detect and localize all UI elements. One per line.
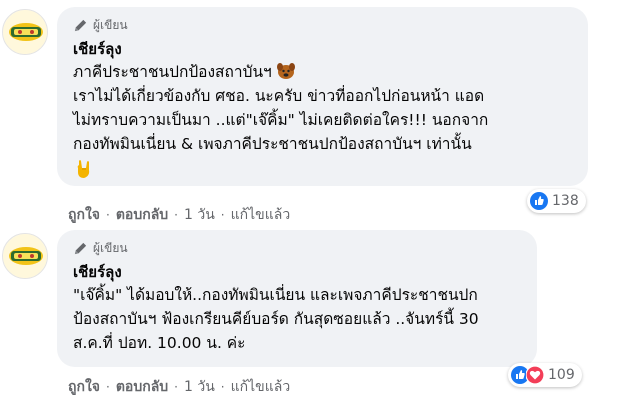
separator-dot: · [220, 208, 225, 222]
separator-dot: · [106, 380, 110, 394]
separator-dot: · [220, 380, 225, 394]
comment-line: ภาคีประชาชนปกป้องสถาบันฯ [73, 60, 574, 84]
like-button[interactable]: ถูกใจ [68, 376, 100, 398]
author-badge: ผู้เขียน [73, 239, 523, 257]
like-reaction-icon [530, 192, 548, 210]
comment-line: ส.ค.ที่ ปอท. 10.00 น. ค่ะ [73, 334, 246, 352]
edited-label: แก้ไขแล้ว [230, 379, 291, 395]
reaction-count: 109 [548, 367, 575, 383]
author-name[interactable]: เชียร์ลุง [73, 39, 574, 59]
rock-hand-emoji-icon [73, 158, 97, 180]
pencil-icon [73, 18, 88, 33]
reply-button[interactable]: ตอบกลับ [116, 204, 168, 226]
comment-text: "เจ๊คิ้ม" ได้มอบให้..กองทัพมินเนี่ยน และ… [73, 283, 523, 355]
comment-line: ไม่ทราบความเป็นมา ..แต่"เจ๊คิ้ม" ไม่เคยต… [73, 111, 489, 129]
author-badge: ผู้เขียน [73, 16, 574, 34]
comment-actions: ถูกใจ · ตอบกลับ · 1 วัน · แก้ไขแล้ว [68, 376, 290, 398]
reply-button[interactable]: ตอบกลับ [116, 376, 168, 398]
comment-line: กองทัพมินเนี่ยน & เพจภาคีประชาชนปกป้องสถ… [73, 135, 472, 153]
dog-face-emoji-icon [276, 62, 296, 80]
reaction-summary[interactable]: 138 [527, 189, 586, 213]
avatar-logo-icon [3, 10, 47, 54]
timestamp-link[interactable]: 1 วัน [184, 376, 215, 398]
badge-label: ผู้เขียน [93, 240, 128, 255]
comment-line: "เจ๊คิ้ม" ได้มอบให้..กองทัพมินเนี่ยน และ… [73, 286, 478, 304]
avatar-logo-icon [3, 234, 47, 278]
reaction-count: 138 [552, 193, 579, 209]
pencil-icon [73, 241, 88, 256]
comment-bubble: ผู้เขียน เชียร์ลุง "เจ๊คิ้ม" ได้มอบให้..… [57, 230, 537, 367]
comment-line: เราไม่ได้เกี่ยวข้องกับ ศชอ. นะครับ ข่าวท… [73, 87, 485, 105]
love-reaction-icon [526, 366, 544, 384]
avatar[interactable] [2, 9, 48, 55]
like-button[interactable]: ถูกใจ [68, 204, 100, 226]
comment-text: ภาคีประชาชนปกป้องสถาบันฯ เราไม่ได้เกี่ยว… [73, 60, 574, 180]
separator-dot: · [106, 208, 110, 222]
reaction-summary[interactable]: 109 [508, 363, 582, 387]
comment-bubble: ผู้เขียน เชียร์ลุง ภาคีประชาชนปกป้องสถาบ… [57, 7, 588, 186]
timestamp-link[interactable]: 1 วัน [184, 204, 215, 226]
separator-dot: · [174, 208, 178, 222]
comment-actions: ถูกใจ · ตอบกลับ · 1 วัน · แก้ไขแล้ว [68, 204, 290, 226]
badge-label: ผู้เขียน [93, 17, 128, 32]
comment-line: ป้องสถาบันฯ ฟ้องเกรียนคีย์บอร์ด กันสุดซอ… [73, 310, 479, 328]
edited-label: แก้ไขแล้ว [230, 207, 291, 223]
avatar[interactable] [2, 233, 48, 279]
separator-dot: · [174, 380, 178, 394]
author-name[interactable]: เชียร์ลุง [73, 262, 523, 282]
comment-line-text: ภาคีประชาชนปกป้องสถาบันฯ [73, 63, 272, 81]
